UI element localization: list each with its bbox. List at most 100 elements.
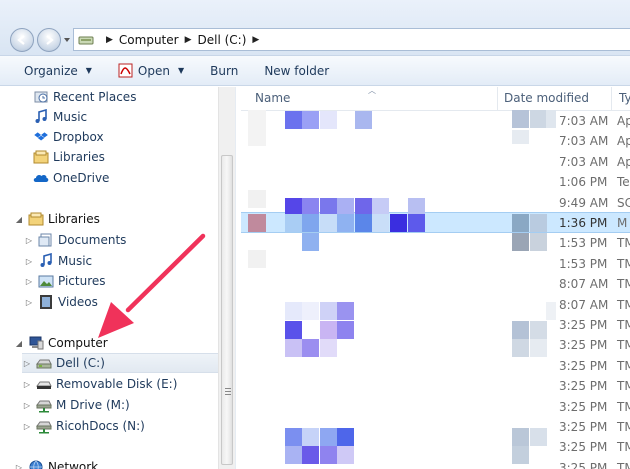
back-button[interactable] — [10, 28, 34, 52]
pixelated-block — [285, 302, 302, 320]
pixelated-block — [285, 428, 302, 446]
pdf-app-icon — [118, 63, 133, 78]
breadcrumb-drive[interactable]: Dell (C:) — [198, 33, 247, 47]
nav-item-music-favorite[interactable]: Music — [33, 107, 87, 127]
column-divider[interactable] — [611, 87, 612, 111]
pixelated-block — [530, 214, 547, 232]
pixelated-block — [337, 446, 354, 464]
hard-drive-icon — [36, 359, 52, 369]
collapsed-triangle-icon[interactable]: ▷ — [22, 422, 32, 431]
nav-item-label: Music — [53, 110, 88, 124]
onedrive-icon — [33, 174, 49, 182]
nav-pane-scrollbar[interactable] — [218, 87, 235, 469]
pixelated-block — [248, 214, 266, 232]
collapsed-triangle-icon[interactable]: ▷ — [22, 359, 32, 368]
nav-item-label: Removable Disk (E:) — [56, 377, 178, 391]
address-bar[interactable]: ▶ Computer ▶ Dell (C:) ▶ — [73, 28, 630, 51]
pixelated-block — [512, 428, 529, 446]
pixelated-block — [320, 428, 337, 446]
pixelated-block — [248, 110, 266, 146]
open-button[interactable]: Open ▼ — [118, 63, 184, 78]
breadcrumb-separator[interactable]: ▶ — [185, 35, 192, 45]
expanded-triangle-icon[interactable]: ◢ — [14, 215, 24, 224]
collapsed-triangle-icon[interactable]: ▷ — [22, 401, 32, 410]
nav-item-label: M Drive (M:) — [56, 398, 130, 412]
file-date-cell: 7:03 AM — [559, 155, 609, 169]
nav-group-network[interactable]: ▷ Network — [14, 457, 98, 469]
grip-icon — [225, 388, 231, 396]
collapsed-triangle-icon[interactable]: ▷ — [14, 463, 24, 469]
chevron-down-icon: ▼ — [85, 66, 92, 75]
nav-group-libraries[interactable]: ◢ Libraries — [14, 209, 100, 229]
breadcrumb-computer[interactable]: Computer — [119, 33, 179, 47]
nav-item-dell-c-drive[interactable]: ▷ Dell (C:) — [22, 353, 218, 373]
file-type-cell: Te — [617, 175, 630, 189]
nav-item-documents[interactable]: ▷ Documents — [24, 230, 127, 250]
collapsed-triangle-icon[interactable]: ▷ — [24, 277, 34, 286]
nav-item-music[interactable]: ▷ Music — [24, 251, 92, 271]
collapsed-triangle-icon[interactable]: ▷ — [24, 298, 34, 307]
pane-splitter[interactable] — [235, 87, 241, 469]
pixelated-block — [512, 339, 529, 357]
nav-item-label: Recent Places — [53, 90, 137, 104]
pixelated-block — [512, 214, 529, 232]
breadcrumb-separator[interactable]: ▶ — [106, 35, 113, 45]
file-type-cell: TM — [617, 359, 630, 373]
nav-item-dropbox[interactable]: Dropbox — [33, 127, 104, 147]
nav-item-removable-disk[interactable]: ▷ Removable Disk (E:) — [22, 374, 177, 394]
pixelated-block — [355, 198, 372, 214]
nav-item-pictures[interactable]: ▷ Pictures — [24, 271, 106, 291]
file-type-cell: TM — [617, 277, 630, 291]
forward-button[interactable] — [37, 28, 61, 52]
expanded-triangle-icon[interactable]: ◢ — [14, 339, 24, 348]
videos-icon — [40, 295, 52, 309]
file-date-cell: 3:25 PM — [559, 359, 608, 373]
file-date-cell: 3:25 PM — [559, 461, 608, 469]
file-type-cell: TM — [617, 236, 630, 250]
collapsed-triangle-icon[interactable]: ▷ — [22, 380, 32, 389]
pixelated-block — [512, 130, 529, 144]
column-header-type[interactable]: Ty — [619, 91, 630, 105]
nav-group-computer[interactable]: ◢ Computer — [14, 333, 108, 353]
file-date-cell: 1:06 PM — [559, 175, 608, 189]
column-header-name[interactable]: Name — [255, 91, 290, 105]
nav-item-label: OneDrive — [53, 171, 110, 185]
nav-item-onedrive[interactable]: OneDrive — [33, 168, 109, 188]
libraries-icon — [33, 150, 49, 164]
navigation-pane: Recent Places Music Dropbox Libraries On… — [0, 87, 235, 469]
breadcrumb-separator[interactable]: ▶ — [252, 35, 259, 45]
file-type-cell: TM — [617, 440, 630, 454]
nav-item-libraries-favorite[interactable]: Libraries — [33, 147, 105, 167]
pixelated-block — [302, 111, 319, 129]
pixelated-block — [530, 321, 547, 339]
file-type-cell: TM — [617, 379, 630, 393]
collapsed-triangle-icon[interactable]: ▷ — [24, 236, 34, 245]
pixelated-block — [320, 339, 337, 357]
nav-item-label: Documents — [58, 233, 127, 247]
documents-icon — [38, 233, 52, 247]
column-divider[interactable] — [497, 87, 498, 111]
history-dropdown-icon[interactable] — [63, 36, 71, 44]
burn-button[interactable]: Burn — [210, 64, 238, 78]
file-type-cell: TM — [617, 318, 630, 332]
pixelated-block — [248, 250, 266, 268]
nav-item-m-drive[interactable]: ▷ M Drive (M:) — [22, 395, 130, 415]
organize-button[interactable]: Organize ▼ — [24, 64, 92, 78]
scrollbar-thumb[interactable] — [221, 155, 233, 465]
dropbox-icon — [34, 132, 48, 141]
nav-item-ricohdocs[interactable]: ▷ RicohDocs (N:) — [22, 416, 145, 436]
command-bar: Organize ▼ Open ▼ Burn New folder — [0, 56, 630, 86]
column-header-date-modified[interactable]: Date modified — [504, 91, 589, 105]
pixelated-block — [320, 446, 337, 464]
file-type-cell: TM — [617, 400, 630, 414]
pixelated-block — [530, 339, 547, 357]
network-drive-icon — [36, 400, 52, 413]
file-date-cell: 1:53 PM — [559, 236, 608, 250]
nav-item-videos[interactable]: ▷ Videos — [24, 292, 98, 312]
new-folder-button[interactable]: New folder — [264, 64, 329, 78]
pixelated-block — [285, 339, 302, 357]
pixelated-block — [302, 446, 319, 464]
collapsed-triangle-icon[interactable]: ▷ — [24, 257, 34, 266]
nav-item-recent-places[interactable]: Recent Places — [33, 87, 136, 107]
pixelated-block — [546, 110, 556, 128]
